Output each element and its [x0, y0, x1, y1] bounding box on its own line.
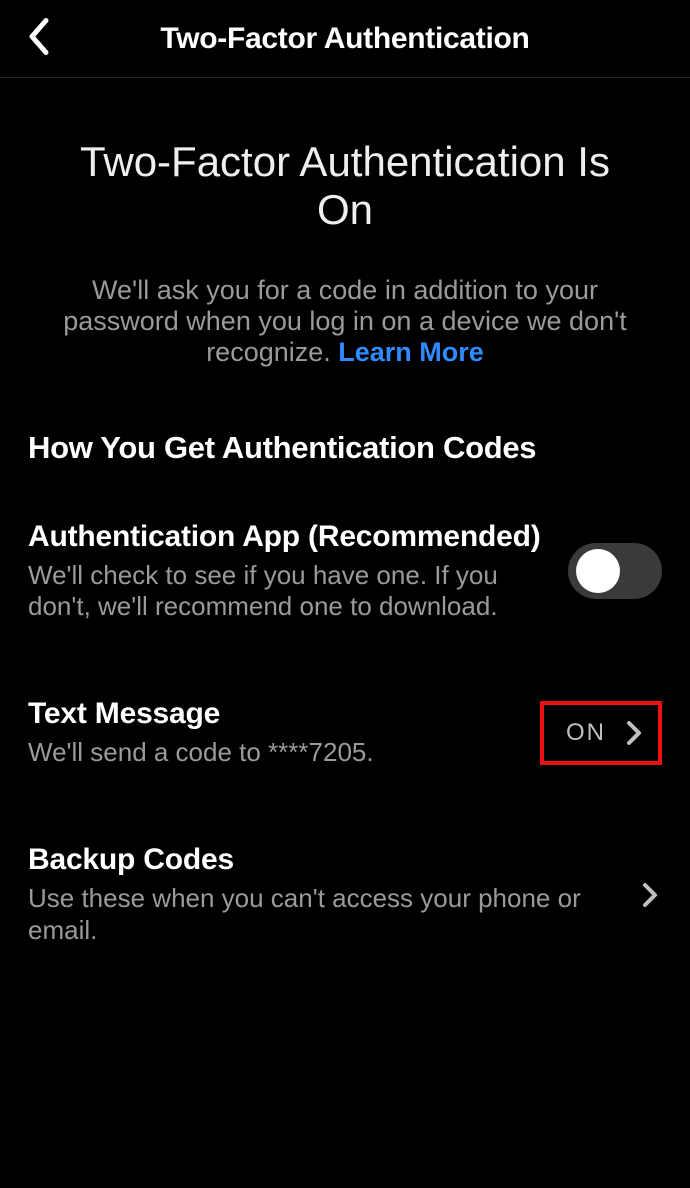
- intro-block: Two-Factor Authentication Is On We'll as…: [28, 138, 662, 368]
- section-heading: How You Get Authentication Codes: [28, 430, 662, 466]
- row-authentication-app: Authentication App (Recommended) We'll c…: [28, 520, 662, 623]
- row-text: Authentication App (Recommended) We'll c…: [28, 520, 552, 623]
- learn-more-link[interactable]: Learn More: [338, 337, 484, 367]
- row-text: Text Message We'll send a code to ****72…: [28, 697, 524, 769]
- content: Two-Factor Authentication Is On We'll as…: [0, 138, 690, 946]
- intro-title: Two-Factor Authentication Is On: [58, 138, 632, 235]
- row-sub-backup: Use these when you can't access your pho…: [28, 883, 622, 946]
- toggle-knob: [576, 549, 620, 593]
- row-sub-app: We'll check to see if you have one. If y…: [28, 560, 552, 623]
- row-title-sms: Text Message: [28, 697, 524, 731]
- back-button[interactable]: [20, 10, 56, 67]
- row-title-backup: Backup Codes: [28, 843, 622, 877]
- chevron-left-icon: [26, 16, 50, 56]
- sms-state-button[interactable]: ON: [540, 701, 662, 765]
- sms-state-label: ON: [566, 719, 606, 747]
- row-text: Backup Codes Use these when you can't ac…: [28, 843, 622, 946]
- intro-description: We'll ask you for a code in addition to …: [58, 275, 632, 368]
- row-text-message[interactable]: Text Message We'll send a code to ****72…: [28, 697, 662, 769]
- row-title-app: Authentication App (Recommended): [28, 520, 552, 554]
- row-sub-sms: We'll send a code to ****7205.: [28, 737, 524, 769]
- auth-app-toggle[interactable]: [568, 543, 662, 599]
- chevron-right-icon: [638, 877, 662, 913]
- page-title: Two-Factor Authentication: [0, 22, 690, 56]
- header: Two-Factor Authentication: [0, 0, 690, 78]
- row-backup-codes[interactable]: Backup Codes Use these when you can't ac…: [28, 843, 662, 946]
- chevron-right-icon: [622, 715, 646, 751]
